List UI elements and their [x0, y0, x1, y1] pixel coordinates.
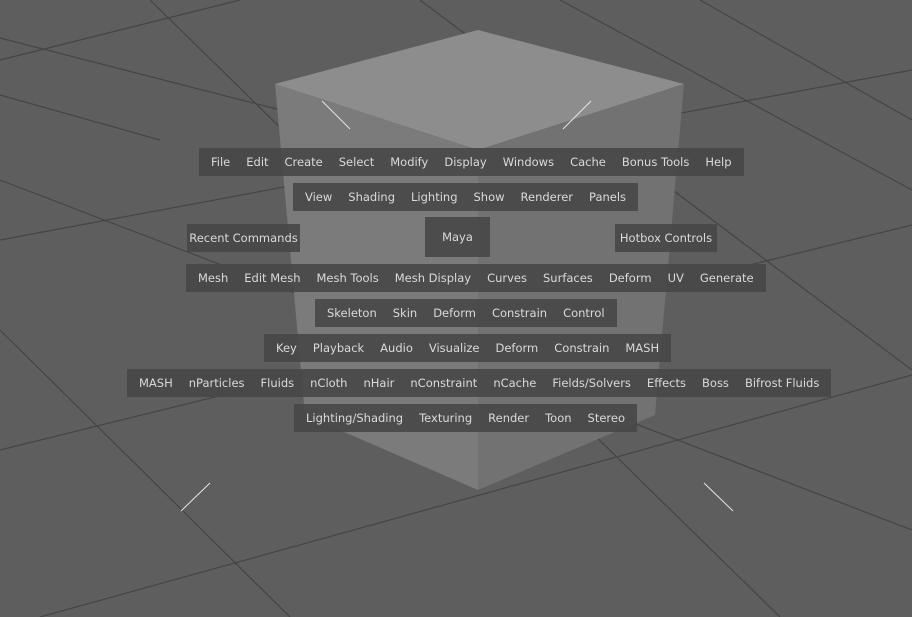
fx-menu-item-nconstraint[interactable]: nConstraint: [402, 369, 485, 397]
rendering-menu-item-stereo[interactable]: Stereo: [580, 404, 633, 432]
fx-menu-item-boss[interactable]: Boss: [694, 369, 737, 397]
fx-menu-item-effects[interactable]: Effects: [639, 369, 694, 397]
modeling-menu-row: Mesh Edit Mesh Mesh Tools Mesh Display Curve…: [186, 264, 766, 292]
main-menu-item-help[interactable]: Help: [697, 148, 739, 176]
rigging-menu-item-control[interactable]: Control: [555, 299, 613, 327]
fx-menu-item-bifrost-fluids[interactable]: Bifrost Fluids: [737, 369, 827, 397]
animation-menu-item-deform[interactable]: Deform: [488, 334, 547, 362]
main-menu-row: File Edit Create Select Modify Display Windows…: [199, 148, 744, 176]
animation-menu-row: Key Playback Audio Visualize Deform Constrain…: [264, 334, 672, 362]
rigging-menu-item-deform[interactable]: Deform: [425, 299, 484, 327]
maya-center-button[interactable]: Maya: [425, 217, 490, 257]
panel-menu-item-show[interactable]: Show: [466, 183, 513, 211]
hotbox-controls-button[interactable]: Hotbox Controls: [615, 224, 717, 252]
main-menu-item-select[interactable]: Select: [331, 148, 382, 176]
animation-menu-item-key[interactable]: Key: [268, 334, 305, 362]
fx-menu-item-nparticles[interactable]: nParticles: [181, 369, 253, 397]
main-menu-item-bonus-tools[interactable]: Bonus Tools: [614, 148, 697, 176]
modeling-menu-item-generate[interactable]: Generate: [692, 264, 762, 292]
panel-menu-item-panels[interactable]: Panels: [581, 183, 634, 211]
fx-menu-row: MASH nParticles Fluids nCloth nHair nConstrai…: [127, 369, 832, 397]
rendering-menu-row: Lighting/Shading Texturing Render Toon Stere…: [294, 404, 638, 432]
animation-menu-item-mash[interactable]: MASH: [617, 334, 667, 362]
panel-menu-item-renderer[interactable]: Renderer: [513, 183, 582, 211]
rendering-menu-item-lighting-shading[interactable]: Lighting/Shading: [298, 404, 411, 432]
main-menu-item-file[interactable]: File: [203, 148, 238, 176]
modeling-menu-item-mesh[interactable]: Mesh: [190, 264, 236, 292]
modeling-menu-item-uv[interactable]: UV: [660, 264, 692, 292]
rigging-menu-row: Skeleton Skin Deform Constrain Control: [315, 299, 617, 327]
animation-menu-item-constrain[interactable]: Constrain: [546, 334, 617, 362]
panel-menu-item-lighting[interactable]: Lighting: [403, 183, 465, 211]
modeling-menu-item-deform[interactable]: Deform: [601, 264, 660, 292]
rendering-menu-item-texturing[interactable]: Texturing: [411, 404, 480, 432]
rigging-menu-item-constrain[interactable]: Constrain: [484, 299, 555, 327]
rigging-menu-item-skeleton[interactable]: Skeleton: [319, 299, 385, 327]
modeling-menu-item-curves[interactable]: Curves: [479, 264, 535, 292]
panel-menu-row: View Shading Lighting Show Renderer Panels: [293, 183, 639, 211]
rendering-menu-item-toon[interactable]: Toon: [537, 404, 579, 432]
main-menu-item-windows[interactable]: Windows: [495, 148, 562, 176]
maya-viewport[interactable]: File Edit Create Select Modify Display Windows…: [0, 0, 912, 617]
panel-menu-item-shading[interactable]: Shading: [340, 183, 403, 211]
fx-menu-item-ncache[interactable]: nCache: [485, 369, 544, 397]
panel-menu-item-view[interactable]: View: [297, 183, 340, 211]
fx-menu-item-fields-solvers[interactable]: Fields/Solvers: [544, 369, 639, 397]
modeling-menu-item-mesh-tools[interactable]: Mesh Tools: [308, 264, 386, 292]
fx-menu-item-mash[interactable]: MASH: [131, 369, 181, 397]
main-menu-item-create[interactable]: Create: [277, 148, 331, 176]
recent-commands-button[interactable]: Recent Commands: [187, 224, 300, 252]
animation-menu-item-playback[interactable]: Playback: [305, 334, 372, 362]
animation-menu-item-visualize[interactable]: Visualize: [421, 334, 488, 362]
rigging-menu-item-skin[interactable]: Skin: [385, 299, 425, 327]
modeling-menu-item-edit-mesh[interactable]: Edit Mesh: [236, 264, 308, 292]
animation-menu-item-audio[interactable]: Audio: [372, 334, 421, 362]
rendering-menu-item-render[interactable]: Render: [480, 404, 537, 432]
main-menu-item-cache[interactable]: Cache: [562, 148, 614, 176]
fx-menu-item-ncloth[interactable]: nCloth: [302, 369, 355, 397]
fx-menu-item-fluids[interactable]: Fluids: [253, 369, 303, 397]
modeling-menu-item-mesh-display[interactable]: Mesh Display: [387, 264, 479, 292]
main-menu-item-display[interactable]: Display: [436, 148, 494, 176]
modeling-menu-item-surfaces[interactable]: Surfaces: [535, 264, 601, 292]
fx-menu-item-nhair[interactable]: nHair: [355, 369, 402, 397]
main-menu-item-modify[interactable]: Modify: [382, 148, 436, 176]
main-menu-item-edit[interactable]: Edit: [238, 148, 276, 176]
